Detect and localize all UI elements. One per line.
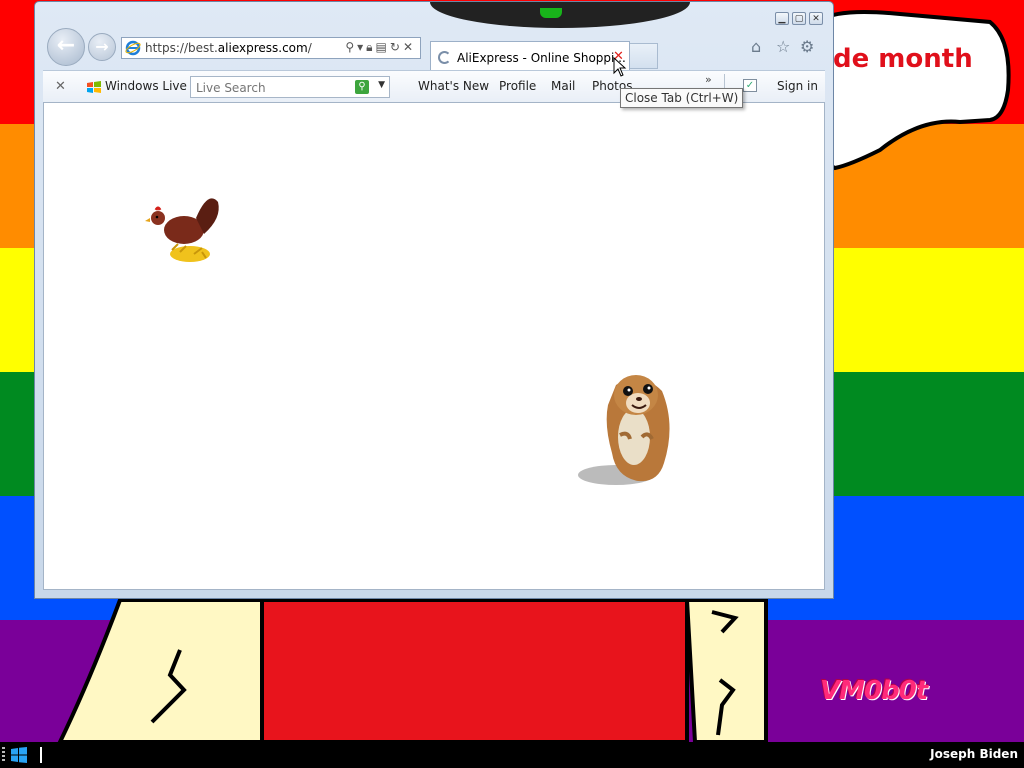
tab-aliexpress[interactable]: AliExpress - Online Shoppi... ✕ [430, 41, 630, 71]
taskbar-caret [40, 747, 42, 763]
maximize-button[interactable]: ▢ [792, 12, 806, 25]
search-go-icon[interactable]: ⚲ [355, 80, 369, 94]
gear-icon[interactable]: ⚙ [800, 37, 814, 56]
minimize-button[interactable]: ▁ [775, 12, 789, 25]
ie-logo-icon [125, 40, 141, 56]
close-toolbar-icon[interactable]: ✕ [55, 79, 66, 94]
forward-arrow-icon: → [95, 37, 109, 56]
vm-watermark: VM0b0t [820, 676, 928, 706]
forward-button[interactable]: → [88, 33, 116, 61]
tab-title: AliExpress - Online Shoppi... [457, 51, 626, 65]
toolbar-overflow-icon[interactable]: » [705, 73, 712, 86]
address-bar-actions: ⚲▾🔒︎▤↻✕ [345, 40, 416, 55]
search-icon[interactable]: ⚲ [345, 40, 357, 54]
back-button[interactable]: ← [47, 28, 85, 66]
lock-icon[interactable]: 🔒︎ [366, 40, 375, 54]
windows-live-link[interactable]: Windows Live [105, 79, 187, 93]
checkbox-icon[interactable]: ✓ [743, 79, 757, 92]
mail-link[interactable]: Mail [551, 79, 575, 93]
star-icon[interactable]: ☆ [776, 37, 790, 56]
start-button[interactable] [0, 743, 32, 767]
mouse-cursor-icon [613, 57, 627, 77]
home-icon[interactable]: ⌂ [751, 37, 761, 56]
back-arrow-icon: ← [56, 33, 76, 58]
refresh-icon[interactable]: ↻ [390, 40, 403, 54]
figure-body [260, 598, 689, 742]
stop-icon[interactable]: ✕ [403, 40, 416, 54]
address-bar[interactable]: https://best.aliexpress.com/ ⚲▾🔒︎▤↻✕ [121, 37, 421, 59]
close-tab-tooltip: Close Tab (Ctrl+W) [620, 88, 744, 108]
loading-spinner-icon [438, 51, 451, 64]
new-tab-button[interactable] [630, 43, 658, 69]
compat-view-icon[interactable]: ▤ [376, 40, 390, 54]
speech-bubble-text: de month [833, 44, 973, 74]
url-text: https://best.aliexpress.com/ [145, 41, 312, 55]
user-name-label: Joseph Biden [930, 747, 1018, 761]
hen-animation [145, 198, 219, 262]
figure-right-leg [684, 598, 768, 742]
live-search-box[interactable]: ⚲ ▼ [190, 76, 390, 98]
search-input[interactable] [194, 78, 348, 98]
dropdown-icon[interactable]: ▾ [357, 40, 366, 54]
taskbar: Joseph Biden [0, 742, 1024, 768]
windows-logo-icon [11, 747, 27, 763]
page-content [43, 102, 825, 590]
window-notch-overlay [430, 2, 690, 28]
speech-bubble [818, 10, 1011, 171]
chevron-down-icon[interactable]: ▼ [378, 80, 385, 90]
windows-live-logo-icon [87, 81, 101, 93]
figure-left-leg [57, 598, 264, 742]
profile-link[interactable]: Profile [499, 79, 536, 93]
hamster-animation [578, 375, 670, 485]
whats-new-link[interactable]: What's New [418, 79, 489, 93]
sign-in-link[interactable]: Sign in [777, 79, 818, 93]
window-close-button[interactable]: ✕ [809, 12, 823, 25]
